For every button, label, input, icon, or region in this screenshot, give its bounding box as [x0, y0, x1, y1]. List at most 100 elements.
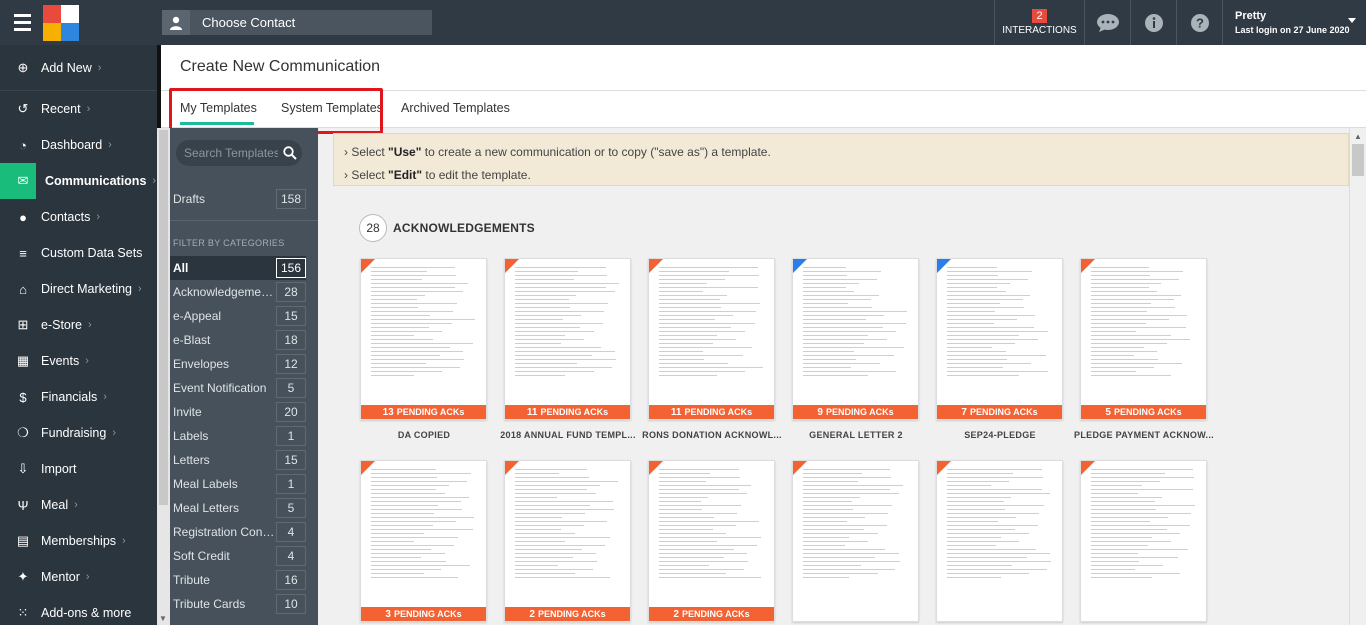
category-name: Registration Confirmation — [173, 525, 276, 539]
category-labels[interactable]: Labels 1 — [161, 424, 306, 448]
sidebar-item-import[interactable]: ⇩ Import — [0, 451, 161, 487]
menu-icon[interactable] — [0, 0, 44, 45]
category-e-blast[interactable]: e-Blast 18 — [161, 328, 306, 352]
sidebar-item-label: Add-ons & more — [41, 606, 132, 620]
section-title: ACKNOWLEDGEMENTS — [393, 221, 535, 235]
sidebar-item-direct-marketing[interactable]: ⌂ Direct Marketing › — [0, 271, 161, 307]
pending-acks-badge[interactable]: 2 PENDING ACKs — [649, 607, 774, 621]
category-count: 20 — [276, 402, 306, 422]
section-count: 28 — [359, 214, 387, 242]
app-logo[interactable] — [43, 5, 79, 41]
category-event-notification[interactable]: Event Notification 5 — [161, 376, 306, 400]
template-card[interactable]: 2 PENDING ACKs — [504, 460, 631, 622]
template-name[interactable]: SEP24-PLEDGE — [925, 430, 1075, 440]
category-meal-labels[interactable]: Meal Labels 1 — [161, 472, 306, 496]
sidebar-item-custom-data-sets[interactable]: ≡ Custom Data Sets — [0, 235, 161, 271]
template-card[interactable] — [1080, 460, 1207, 622]
info-icon — [1144, 13, 1163, 32]
sidebar-item-fundraising[interactable]: ❍ Fundraising › — [0, 415, 161, 451]
category-tribute-cards[interactable]: Tribute Cards 10 — [161, 592, 306, 616]
help-button[interactable]: ? — [1176, 0, 1222, 45]
building-icon: ⌂ — [19, 281, 27, 297]
template-name[interactable]: GENERAL LETTER 2 — [781, 430, 931, 440]
category-envelopes[interactable]: Envelopes 12 — [161, 352, 306, 376]
sidebar-item-dashboard[interactable]: ◔ Dashboard › — [0, 127, 161, 163]
template-card[interactable]: 11 PENDING ACKs — [648, 258, 775, 420]
sidebar-item-e-store[interactable]: ⊞ e-Store › — [0, 307, 161, 343]
category-tribute[interactable]: Tribute 16 — [161, 568, 306, 592]
sidebar-item-events[interactable]: ▦ Events › — [0, 343, 161, 379]
pending-acks-badge[interactable]: 3 PENDING ACKs — [361, 607, 486, 621]
pending-count: 13 — [382, 406, 394, 418]
template-thumbnail — [371, 267, 476, 403]
sidebar-item-meal[interactable]: Ψ Meal › — [0, 487, 161, 523]
sidebar-item-label: Direct Marketing — [41, 282, 132, 296]
category-registration-confirmation[interactable]: Registration Confirmation4 — [161, 520, 306, 544]
chevron-right-icon: › — [85, 355, 89, 367]
category-meal-letters[interactable]: Meal Letters 5 — [161, 496, 306, 520]
sidebar-item-label: Events — [41, 354, 80, 368]
template-card[interactable] — [792, 460, 919, 622]
template-name[interactable]: DA COPIED — [349, 430, 499, 440]
pending-count: 2 — [673, 608, 679, 620]
pending-acks-badge[interactable]: 11 PENDING ACKs — [649, 405, 774, 419]
pending-label: PENDING ACKs — [393, 609, 462, 619]
category-invite[interactable]: Invite 20 — [161, 400, 306, 424]
chevron-right-icon: › — [152, 175, 157, 187]
id-card-icon: ▤ — [16, 533, 30, 548]
category-name: Soft Credit — [173, 549, 230, 563]
template-name[interactable]: 2018 ANNUAL FUND TEMPL... — [493, 430, 643, 440]
template-name[interactable]: PLEDGE PAYMENT ACKNOW... — [1069, 430, 1219, 440]
category-name: Labels — [173, 429, 209, 443]
category-letters[interactable]: Letters 15 — [161, 448, 306, 472]
template-card[interactable]: 13 PENDING ACKs — [360, 258, 487, 420]
chevron-right-icon: › — [85, 571, 90, 583]
pending-acks-badge[interactable]: 7 PENDING ACKs — [937, 405, 1062, 419]
category-acknowledgements[interactable]: Acknowledgements 28 — [161, 280, 306, 304]
template-card[interactable]: 3 PENDING ACKs — [360, 460, 487, 622]
search-input[interactable]: Search Templates — [184, 146, 278, 160]
pending-acks-badge[interactable]: 9 PENDING ACKs — [793, 405, 918, 419]
search-icon[interactable] — [278, 146, 302, 160]
chevron-right-icon: › — [88, 319, 92, 331]
template-card[interactable]: 11 PENDING ACKs — [504, 258, 631, 420]
template-name[interactable]: RONS DONATION ACKNOWL... — [637, 430, 787, 440]
tab-archived-templates[interactable]: Archived Templates — [401, 101, 510, 115]
pending-acks-badge[interactable]: 5 PENDING ACKs — [1081, 405, 1206, 419]
sidebar-item-contacts[interactable]: ● Contacts › — [0, 199, 161, 235]
main-scrollbar[interactable]: ▲ — [1349, 128, 1366, 625]
chevron-right-icon: › — [122, 535, 126, 547]
pending-count: 2 — [529, 608, 535, 620]
choose-contact-box[interactable]: Choose Contact — [162, 10, 432, 35]
sidebar-item-add-new[interactable]: ⊕ Add New › — [0, 45, 161, 91]
sidebar-item-mentor[interactable]: ✦ Mentor › — [0, 559, 161, 595]
template-card[interactable]: 5 PENDING ACKs — [1080, 258, 1207, 420]
sidebar-item-label: Import — [41, 462, 77, 476]
chat-button[interactable] — [1084, 0, 1130, 45]
pending-count: 11 — [526, 406, 538, 418]
sidebar-item-communications[interactable]: ✉ Communications › — [0, 163, 161, 199]
template-card[interactable] — [936, 460, 1063, 622]
pending-acks-badge[interactable]: 11 PENDING ACKs — [505, 405, 630, 419]
category-scrollbar[interactable]: ▼ — [157, 128, 170, 625]
category-e-appeal[interactable]: e-Appeal 15 — [161, 304, 306, 328]
info-button[interactable] — [1130, 0, 1176, 45]
pending-acks-badge[interactable]: 2 PENDING ACKs — [505, 607, 630, 621]
drafts-row[interactable]: Drafts 158 — [161, 187, 306, 211]
sidebar-item-add-ons-more[interactable]: ⁙ Add-ons & more — [0, 595, 161, 625]
caret-down-icon — [1348, 18, 1356, 23]
template-search[interactable]: Search Templates — [176, 140, 302, 166]
sidebar-item-recent[interactable]: ↺ Recent › — [0, 91, 161, 127]
template-card[interactable]: 7 PENDING ACKs — [936, 258, 1063, 420]
interactions-button[interactable]: 2 INTERACTIONS — [994, 0, 1084, 45]
pending-acks-badge[interactable]: 13 PENDING ACKs — [361, 405, 486, 419]
template-card[interactable]: 9 PENDING ACKs — [792, 258, 919, 420]
category-all[interactable]: All 156 — [161, 256, 306, 280]
sidebar-item-financials[interactable]: $ Financials › — [0, 379, 161, 415]
sidebar-item-memberships[interactable]: ▤ Memberships › — [0, 523, 161, 559]
category-count: 1 — [276, 426, 306, 446]
category-soft-credit[interactable]: Soft Credit 4 — [161, 544, 306, 568]
chevron-right-icon: › — [74, 499, 78, 511]
template-card[interactable]: 2 PENDING ACKs — [648, 460, 775, 622]
user-menu[interactable]: Pretty Last login on 27 June 2020 — [1222, 0, 1366, 45]
